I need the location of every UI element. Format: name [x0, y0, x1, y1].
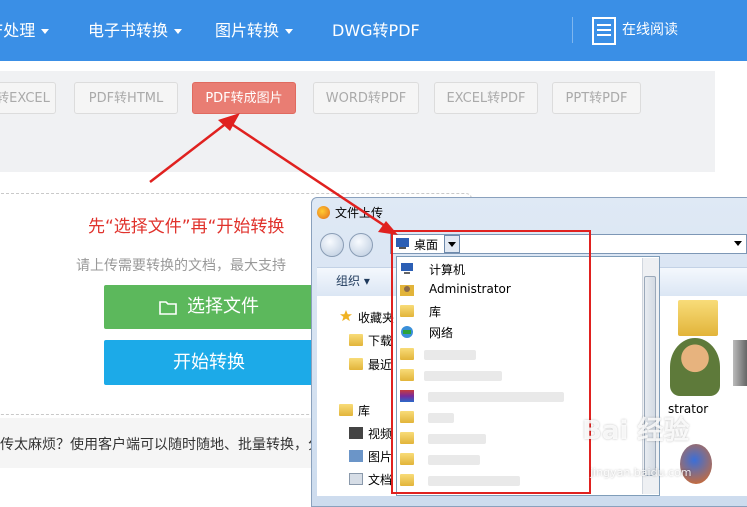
back-button[interactable] [320, 233, 344, 257]
client-promo-text: 传太麻烦？使用客户端可以随时随地、批量转换，分 [0, 437, 322, 453]
tab-pdf-to-image[interactable]: PDF转成图片 [192, 82, 296, 114]
sidebar-item-library[interactable]: 库 [358, 402, 370, 419]
sidebar-item-documents[interactable]: 文档 [368, 471, 392, 488]
sidebar-item-videos[interactable]: 视频 [368, 425, 392, 442]
sidebar-item-pictures[interactable]: 图片 [368, 448, 392, 465]
nav-item-dwg[interactable]: DWG转PDF [332, 0, 420, 61]
nav-item-pdf-process[interactable]: F处理 [0, 0, 50, 61]
nav-divider [572, 17, 573, 43]
drive-icon [733, 340, 747, 386]
tab-word-to-pdf[interactable]: WORD转PDF [313, 82, 419, 114]
folder-thumbnail-icon [678, 300, 718, 336]
document-icon [349, 473, 363, 485]
sidebar-item-recent[interactable]: 最近 [368, 356, 392, 373]
library-icon [339, 404, 353, 416]
nav-item-image[interactable]: 图片转换 [215, 0, 294, 61]
chevron-down-icon [174, 29, 183, 34]
baidu-watermark-url: jingyan.baidu.com [590, 466, 692, 479]
tab-to-excel[interactable]: 转EXCEL [0, 82, 56, 114]
tab-ppt-to-pdf[interactable]: PPT转PDF [552, 82, 641, 114]
tab-excel-to-pdf[interactable]: EXCEL转PDF [434, 82, 538, 114]
upload-tip-gray: 请上传需要转换的文档，最大支持 [76, 258, 286, 274]
dialog-title: 文件上传 [335, 206, 384, 220]
top-nav: F处理 电子书转换 图片转换 DWG转PDF 在线阅读 [0, 0, 747, 61]
upload-tip-red: 先“选择文件”再“开始转换 [88, 217, 285, 237]
sidebar-item-favorites[interactable]: 收藏夹 [358, 309, 394, 326]
star-icon [340, 310, 352, 322]
chevron-down-icon [41, 29, 50, 34]
baidu-watermark: Bai 经验 [582, 416, 690, 446]
folder-icon [159, 300, 177, 315]
sidebar-item-downloads[interactable]: 下载 [368, 332, 392, 349]
document-icon [592, 17, 616, 45]
highlight-box [391, 230, 591, 494]
firefox-icon [317, 206, 330, 219]
tab-pdf-to-html[interactable]: PDF转HTML [74, 82, 178, 114]
online-read-link[interactable]: 在线阅读 [622, 0, 678, 61]
user-avatar-icon [670, 338, 720, 396]
picture-icon [349, 450, 363, 462]
recent-folder-icon [349, 358, 363, 370]
forward-button[interactable] [349, 233, 373, 257]
start-convert-button[interactable]: 开始转换 [104, 340, 314, 385]
download-folder-icon [349, 334, 363, 346]
choose-file-button[interactable]: 选择文件 [104, 285, 314, 329]
address-history-dropdown[interactable] [730, 235, 746, 253]
video-icon [349, 427, 363, 439]
organize-button[interactable]: 组织 ▾ [336, 272, 370, 289]
nav-item-ebook[interactable]: 电子书转换 [88, 0, 183, 61]
chevron-down-icon [285, 29, 294, 34]
